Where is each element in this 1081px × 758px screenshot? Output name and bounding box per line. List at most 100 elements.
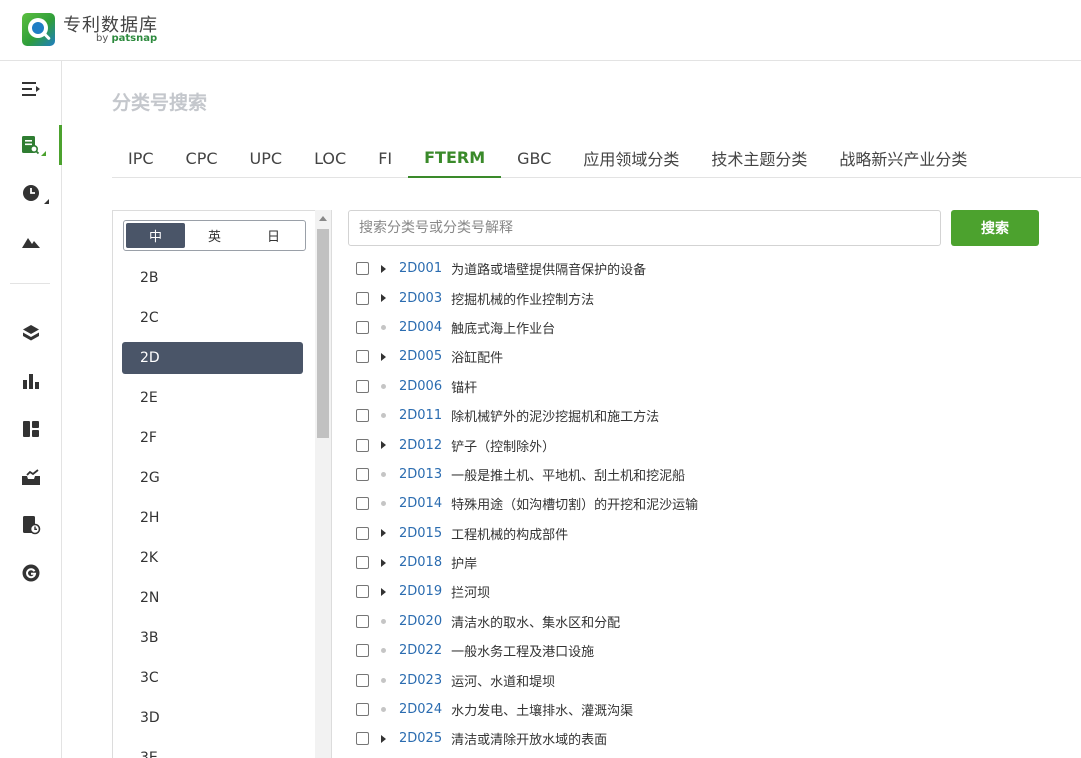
result-checkbox[interactable] bbox=[356, 291, 369, 305]
class-item-2d[interactable]: 2D bbox=[122, 342, 303, 374]
language-toggle: 中英日 bbox=[123, 220, 306, 251]
result-code-link[interactable]: 2D014 bbox=[399, 496, 442, 511]
result-code-link[interactable]: 2D025 bbox=[399, 731, 442, 746]
result-code-link[interactable]: 2D011 bbox=[399, 408, 442, 423]
result-checkbox[interactable] bbox=[356, 262, 369, 276]
tab-gbc[interactable]: GBC bbox=[501, 138, 567, 178]
result-description: 为道路或墙壁提供隔音保护的设备 bbox=[451, 263, 647, 279]
results-list: 2D001 为道路或墙壁提供隔音保护的设备 2D003 挖掘机械的作业控制方法 2D00… bbox=[356, 254, 1056, 754]
result-checkbox[interactable] bbox=[356, 438, 369, 452]
result-checkbox[interactable] bbox=[356, 497, 369, 511]
result-checkbox[interactable] bbox=[356, 320, 369, 334]
nav-landscape[interactable] bbox=[0, 221, 62, 261]
nav-layers[interactable] bbox=[0, 313, 62, 353]
nav-patent-search[interactable] bbox=[0, 125, 62, 165]
scroll-thumb[interactable] bbox=[317, 229, 329, 438]
expand-arrow-icon[interactable] bbox=[377, 557, 389, 569]
history-icon bbox=[23, 185, 39, 201]
result-checkbox[interactable] bbox=[356, 644, 369, 658]
result-code-link[interactable]: 2D019 bbox=[399, 584, 442, 599]
expand-arrow-icon[interactable] bbox=[377, 292, 389, 304]
result-code-link[interactable]: 2D005 bbox=[399, 349, 442, 364]
dashboard-icon bbox=[23, 421, 39, 437]
result-code-link[interactable]: 2D018 bbox=[399, 555, 442, 570]
nav-scheduled-report[interactable] bbox=[0, 505, 62, 545]
nav-history[interactable] bbox=[0, 173, 62, 213]
tab-fterm[interactable]: FTERM bbox=[408, 138, 502, 178]
result-checkbox[interactable] bbox=[356, 526, 369, 540]
class-item-3c[interactable]: 3C bbox=[113, 658, 313, 698]
result-checkbox[interactable] bbox=[356, 350, 369, 364]
class-item-3e[interactable]: 3E bbox=[113, 738, 313, 758]
class-item-2g[interactable]: 2G bbox=[113, 458, 313, 498]
result-code-link[interactable]: 2D001 bbox=[399, 261, 442, 276]
layers-icon bbox=[23, 325, 39, 341]
result-checkbox[interactable] bbox=[356, 703, 369, 717]
result-description: 铲子（控制除外） bbox=[451, 439, 556, 455]
result-checkbox[interactable] bbox=[356, 585, 369, 599]
nav-collapse-button[interactable] bbox=[0, 69, 62, 109]
result-code-link[interactable]: 2D003 bbox=[399, 291, 442, 306]
leaf-dot-icon bbox=[377, 615, 389, 627]
expand-arrow-icon[interactable] bbox=[377, 351, 389, 363]
result-code-link[interactable]: 2D020 bbox=[399, 614, 442, 629]
result-code-link[interactable]: 2D024 bbox=[399, 702, 442, 717]
tab-ipc[interactable]: IPC bbox=[112, 138, 170, 178]
result-code-link[interactable]: 2D015 bbox=[399, 526, 442, 541]
tab-loc[interactable]: LOC bbox=[298, 138, 362, 178]
result-checkbox[interactable] bbox=[356, 673, 369, 687]
tab-技术主题分类[interactable]: 技术主题分类 bbox=[695, 138, 823, 178]
lang-option-0[interactable]: 中 bbox=[126, 223, 185, 248]
result-code-link[interactable]: 2D004 bbox=[399, 320, 442, 335]
result-checkbox[interactable] bbox=[356, 614, 369, 628]
result-code-link[interactable]: 2D013 bbox=[399, 467, 442, 482]
expand-arrow-icon[interactable] bbox=[377, 733, 389, 745]
leaf-dot-icon bbox=[377, 674, 389, 686]
tab-fi[interactable]: FI bbox=[362, 138, 408, 178]
result-row: 2D003 挖掘机械的作业控制方法 bbox=[356, 283, 1056, 312]
expand-arrow-icon[interactable] bbox=[377, 586, 389, 598]
expand-arrow-icon[interactable] bbox=[377, 527, 389, 539]
result-description: 拦河坝 bbox=[451, 586, 491, 602]
expand-arrow-icon[interactable] bbox=[377, 263, 389, 275]
result-checkbox[interactable] bbox=[356, 409, 369, 423]
class-item-2e[interactable]: 2E bbox=[113, 378, 313, 418]
nav-monitor[interactable] bbox=[0, 457, 62, 497]
result-checkbox[interactable] bbox=[356, 379, 369, 393]
patsnap-logo-icon[interactable] bbox=[22, 13, 55, 46]
search-input[interactable] bbox=[348, 210, 941, 246]
class-list: 2B 2C 2D 2E 2F 2G 2H 2K 2N 3B 3C 3D 3E bbox=[113, 258, 313, 758]
result-code-link[interactable]: 2D023 bbox=[399, 673, 442, 688]
result-code-link[interactable]: 2D006 bbox=[399, 379, 442, 394]
search-button[interactable]: 搜索 bbox=[951, 210, 1039, 246]
result-description: 水力发电、土壤排水、灌溉沟渠 bbox=[451, 704, 634, 720]
result-row: 2D020 清洁水的取水、集水区和分配 bbox=[356, 607, 1056, 636]
nav-analytics[interactable] bbox=[0, 361, 62, 401]
result-code-link[interactable]: 2D022 bbox=[399, 643, 442, 658]
result-checkbox[interactable] bbox=[356, 732, 369, 746]
tab-应用领域分类[interactable]: 应用领域分类 bbox=[567, 138, 695, 178]
tab-upc[interactable]: UPC bbox=[234, 138, 299, 178]
nav-dashboard[interactable] bbox=[0, 409, 62, 449]
lang-option-2[interactable]: 日 bbox=[244, 223, 303, 248]
class-item-2h[interactable]: 2H bbox=[113, 498, 313, 538]
class-item-2c[interactable]: 2C bbox=[113, 298, 313, 338]
expand-arrow-icon[interactable] bbox=[377, 439, 389, 451]
result-code-link[interactable]: 2D012 bbox=[399, 438, 442, 453]
nav-google[interactable] bbox=[0, 553, 62, 593]
class-item-2n[interactable]: 2N bbox=[113, 578, 313, 618]
result-checkbox[interactable] bbox=[356, 467, 369, 481]
tab-战略新兴产业分类[interactable]: 战略新兴产业分类 bbox=[823, 138, 983, 178]
scroll-up-icon[interactable] bbox=[319, 216, 327, 221]
class-item-2f[interactable]: 2F bbox=[113, 418, 313, 458]
result-checkbox[interactable] bbox=[356, 556, 369, 570]
class-item-2k[interactable]: 2K bbox=[113, 538, 313, 578]
class-item-3d[interactable]: 3D bbox=[113, 698, 313, 738]
class-item-2b[interactable]: 2B bbox=[113, 258, 313, 298]
class-list-scrollbar[interactable] bbox=[315, 210, 331, 758]
result-row: 2D001 为道路或墙壁提供隔音保护的设备 bbox=[356, 254, 1056, 283]
class-item-3b[interactable]: 3B bbox=[113, 618, 313, 658]
result-row: 2D004 触底式海上作业台 bbox=[356, 313, 1056, 342]
lang-option-1[interactable]: 英 bbox=[185, 223, 244, 248]
tab-cpc[interactable]: CPC bbox=[170, 138, 234, 178]
